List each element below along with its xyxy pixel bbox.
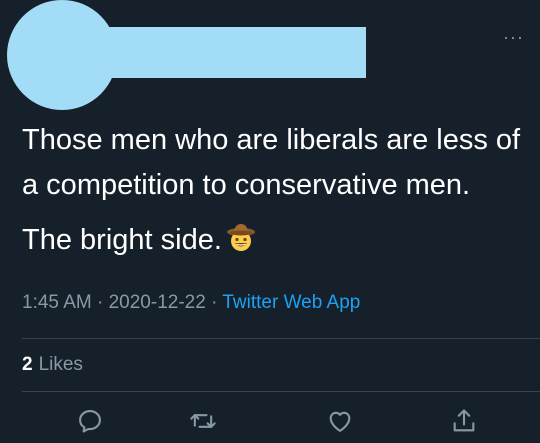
meta-separator: · <box>91 292 109 313</box>
tweet-meta: 1:45 AM · 2020-12-22 · Twitter Web App <box>22 292 360 314</box>
tweet-text: Those men who are liberals are less of a… <box>22 118 527 267</box>
divider <box>22 391 540 392</box>
divider <box>22 338 540 339</box>
retweet-button[interactable] <box>188 406 218 436</box>
tweet-date[interactable]: 2020-12-22 <box>109 292 206 313</box>
reply-icon <box>79 410 101 433</box>
likes-count: 2 <box>22 354 33 375</box>
like-icon <box>329 411 351 432</box>
reply-button[interactable] <box>75 406 105 436</box>
like-button[interactable] <box>325 406 355 436</box>
tweet-line-2-text: The bright side. <box>22 224 222 256</box>
redacted-username <box>60 27 366 78</box>
share-button[interactable] <box>449 406 479 436</box>
tweet-line-2: The bright side. <box>22 218 527 267</box>
likes-label: Likes <box>38 354 83 375</box>
more-options-icon[interactable]: ··· <box>503 28 524 46</box>
likes-summary[interactable]: 2 Likes <box>22 354 83 376</box>
share-icon <box>453 409 475 432</box>
tweet-line-1: Those men who are liberals are less of a… <box>22 124 521 201</box>
meta-separator: · <box>205 292 223 313</box>
retweet-icon <box>190 414 216 428</box>
cowboy-hat-face-emoji-icon <box>226 222 256 267</box>
tweet-time[interactable]: 1:45 AM <box>22 292 92 313</box>
tweet-source-link[interactable]: Twitter Web App <box>222 292 360 313</box>
